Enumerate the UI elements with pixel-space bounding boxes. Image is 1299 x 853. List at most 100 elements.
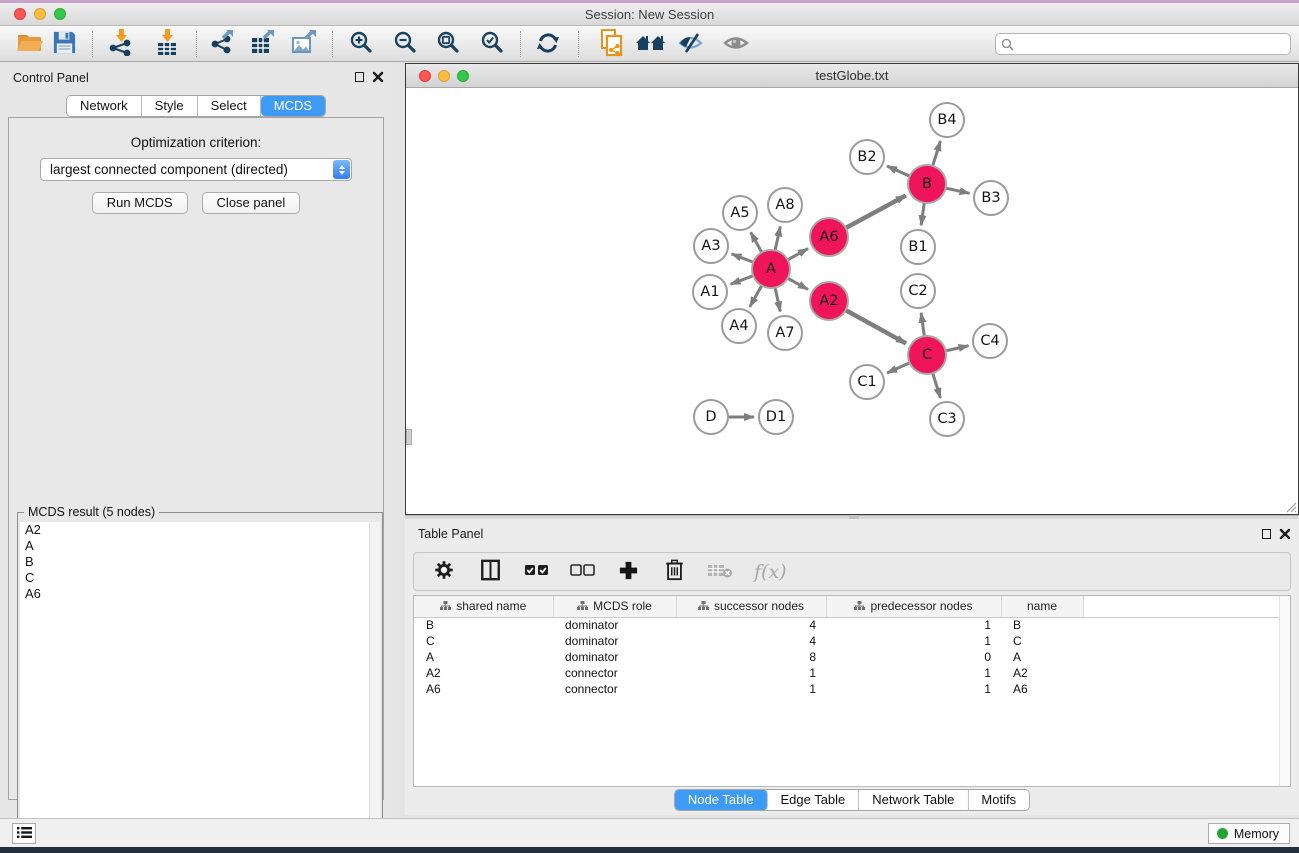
graph-node-A6[interactable]: A6 — [809, 217, 849, 257]
birdseye-view-handle[interactable] — [406, 429, 412, 445]
column-header-predecessor-nodes[interactable]: predecessor nodes — [826, 596, 1001, 617]
add-column-button[interactable] — [616, 560, 640, 584]
criterion-dropdown[interactable]: largest connected component (directed) — [40, 158, 352, 181]
table-row[interactable]: Bdominator41B — [414, 617, 1290, 633]
close-panel-icon[interactable] — [372, 71, 384, 83]
graph-node-B3[interactable]: B3 — [973, 180, 1009, 216]
tab-motifs[interactable]: Motifs — [968, 790, 1029, 810]
mcds-list-scrollbar[interactable] — [369, 522, 380, 850]
graph-node-B4[interactable]: B4 — [929, 102, 965, 138]
first-neighbors-button[interactable] — [633, 29, 669, 59]
search-input[interactable] — [1020, 35, 1285, 53]
float-panel-icon[interactable] — [355, 72, 364, 82]
resize-grip-icon[interactable] — [1284, 500, 1297, 513]
table-cell: A6 — [414, 681, 553, 697]
tab-network[interactable]: Network — [67, 96, 142, 116]
graph-node-C3[interactable]: C3 — [929, 401, 965, 437]
control-panel-title: Control Panel — [13, 71, 89, 85]
zoom-in-button[interactable] — [343, 29, 379, 59]
tab-network-table[interactable]: Network Table — [859, 790, 968, 810]
tab-select[interactable]: Select — [198, 96, 261, 116]
column-header-name[interactable]: name — [1001, 596, 1083, 617]
mcds-result-item[interactable]: C — [20, 570, 380, 586]
tab-node-table[interactable]: Node Table — [675, 790, 768, 810]
delete-table-button[interactable] — [708, 560, 732, 584]
function-builder-button[interactable]: f(x) — [754, 561, 787, 583]
mcds-result-item[interactable]: A2 — [20, 522, 380, 538]
import-table-button[interactable] — [148, 29, 184, 59]
export-table-button[interactable] — [244, 29, 280, 59]
table-panel-title: Table Panel — [418, 527, 483, 541]
save-icon — [52, 30, 77, 58]
table-cell: C — [414, 633, 553, 649]
hide-selected-button[interactable] — [673, 29, 709, 59]
zoom-fit-button[interactable] — [430, 29, 466, 59]
delete-column-button[interactable] — [662, 560, 686, 584]
table-row[interactable]: Cdominator41C — [414, 633, 1290, 649]
column-header-shared-name[interactable]: shared name — [414, 596, 553, 617]
graph-node-B2[interactable]: B2 — [849, 139, 885, 175]
tab-style[interactable]: Style — [142, 96, 198, 116]
show-all-button[interactable] — [718, 29, 754, 59]
table-row[interactable]: A2connector11A2 — [414, 665, 1290, 681]
graph-node-A7[interactable]: A7 — [767, 315, 803, 351]
table-header-row[interactable]: shared nameMCDS rolesuccessor nodesprede… — [414, 596, 1290, 617]
memory-button[interactable]: Memory — [1208, 823, 1290, 844]
copy-network-icon — [599, 29, 625, 60]
mcds-result-item[interactable]: A — [20, 538, 380, 554]
apply-layout-button[interactable] — [530, 29, 566, 59]
task-history-button[interactable] — [12, 823, 36, 844]
graph-node-D1[interactable]: D1 — [758, 399, 794, 435]
table-options-button[interactable] — [432, 560, 456, 584]
table-scrollbar[interactable] — [1279, 596, 1290, 786]
graph-node-A5[interactable]: A5 — [722, 195, 758, 231]
mcds-result-item[interactable]: B — [20, 554, 380, 570]
graph-node-B1[interactable]: B1 — [900, 229, 936, 265]
graph-node-A3[interactable]: A3 — [693, 228, 729, 264]
checked-boxes-icon — [524, 563, 549, 580]
graph-node-C2[interactable]: C2 — [900, 273, 936, 309]
float-panel-icon[interactable] — [1262, 529, 1271, 539]
new-network-from-selection-button[interactable] — [594, 29, 630, 59]
table-cell: A2 — [1001, 665, 1083, 681]
table-row[interactable]: Adominator80A — [414, 649, 1290, 665]
deselect-all-button[interactable] — [570, 560, 594, 584]
close-panel-button[interactable]: Close panel — [202, 192, 301, 214]
graph-node-A2[interactable]: A2 — [809, 281, 849, 321]
network-canvas[interactable]: A A1 A2 A3 A4 A5 A6 A7 A8 B B1 B2 B3 B4 C C1 C2 C3 C4 D D1 — [406, 88, 1298, 514]
mcds-result-box: MCDS result (5 nodes) A2ABCA6 — [17, 512, 383, 853]
mcds-result-item[interactable]: A6 — [20, 586, 380, 602]
graph-node-D[interactable]: D — [693, 399, 729, 435]
table-cell: 4 — [676, 633, 826, 649]
criterion-value: largest connected component (directed) — [50, 162, 288, 177]
list-icon — [17, 826, 32, 842]
graph-node-A4[interactable]: A4 — [721, 308, 757, 344]
network-window-titlebar[interactable]: testGlobe.txt — [406, 64, 1298, 88]
graph-node-C1[interactable]: C1 — [849, 364, 885, 400]
graph-node-B[interactable]: B — [907, 164, 947, 204]
show-columns-button[interactable] — [478, 560, 502, 584]
save-session-button[interactable] — [46, 29, 82, 59]
export-network-button[interactable] — [204, 29, 240, 59]
graph-node-C4[interactable]: C4 — [972, 323, 1008, 359]
toolbar-separator — [196, 31, 197, 57]
graph-node-A[interactable]: A — [751, 249, 791, 289]
table-cell: connector — [553, 665, 676, 681]
run-mcds-button[interactable]: Run MCDS — [92, 192, 188, 214]
column-header-successor-nodes[interactable]: successor nodes — [676, 596, 826, 617]
graph-node-A8[interactable]: A8 — [767, 187, 803, 223]
select-all-button[interactable] — [524, 560, 548, 584]
search-box — [995, 33, 1291, 55]
table-row[interactable]: A6connector11A6 — [414, 681, 1290, 697]
zoom-out-button[interactable] — [387, 29, 423, 59]
import-network-button[interactable] — [102, 29, 138, 59]
graph-node-A1[interactable]: A1 — [692, 274, 728, 310]
open-session-button[interactable] — [12, 29, 48, 59]
export-image-button[interactable] — [286, 29, 322, 59]
graph-node-C[interactable]: C — [907, 335, 947, 375]
tab-edge-table[interactable]: Edge Table — [767, 790, 859, 810]
zoom-selected-button[interactable] — [474, 29, 510, 59]
close-panel-icon[interactable] — [1279, 528, 1291, 540]
column-header-MCDS-role[interactable]: MCDS role — [553, 596, 676, 617]
tab-mcds[interactable]: MCDS — [261, 96, 325, 116]
